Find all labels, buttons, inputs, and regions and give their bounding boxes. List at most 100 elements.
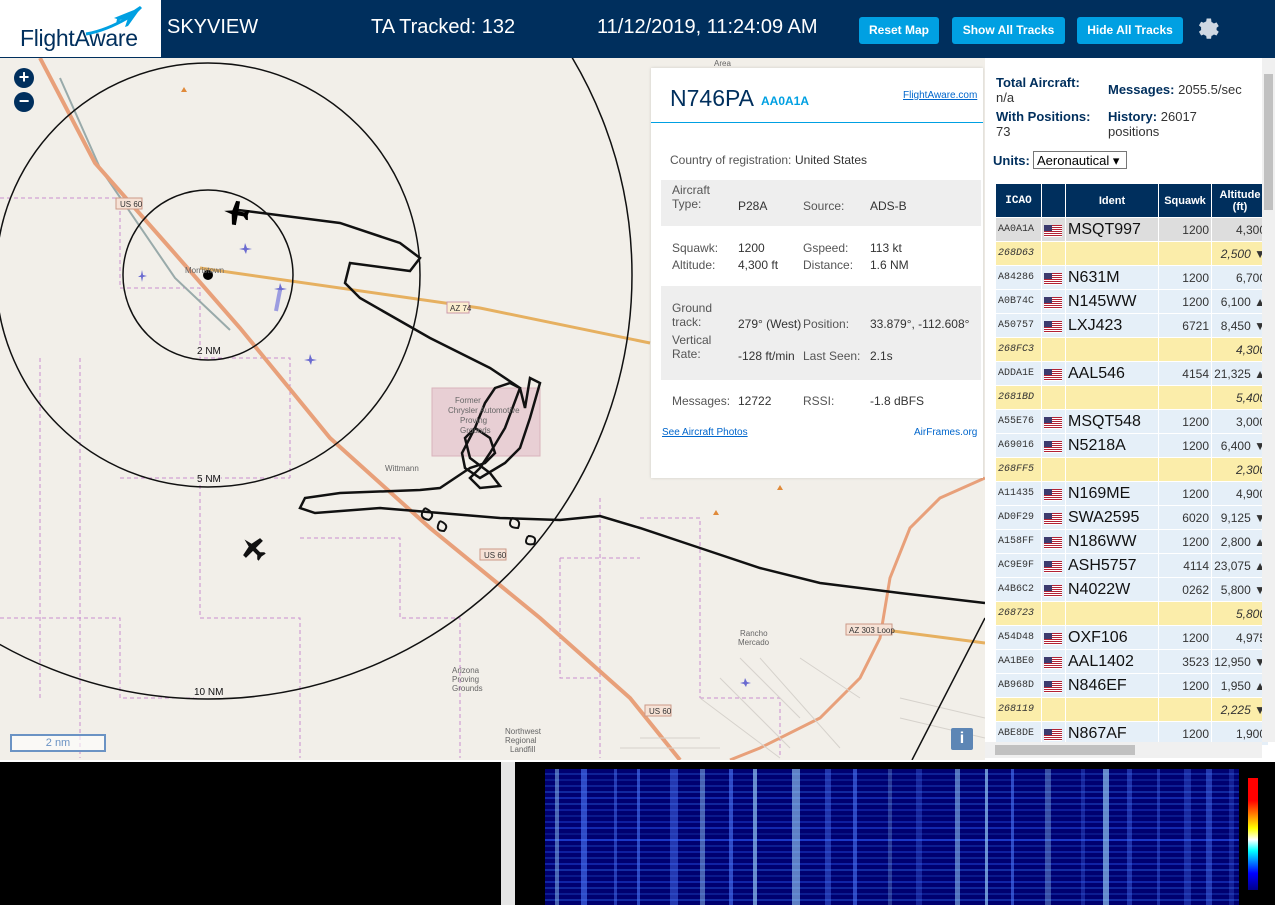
spectrogram-burst	[1081, 769, 1085, 905]
spectrogram-burst	[670, 769, 678, 905]
col-altitude[interactable]: Altitude (ft)	[1211, 183, 1269, 218]
units-label: Units:	[993, 153, 1030, 168]
table-row[interactable]: A55E76 MSQT548 1200 3,000	[995, 409, 1269, 434]
waterfall-spectrogram	[545, 769, 1239, 905]
aircraft-table: ICAO Ident Squawk Altitude (ft) AA0A1A MS…	[995, 183, 1269, 746]
us-flag-icon	[1044, 728, 1062, 741]
table-row[interactable]: A84286 N631M 1200 6,700	[995, 265, 1269, 290]
altitude-cell: 4,300	[1211, 217, 1269, 242]
hide-all-tracks-button[interactable]: Hide All Tracks	[1077, 17, 1183, 44]
svg-text:Proving: Proving	[460, 416, 487, 425]
icao-cell: AA1BE0	[995, 649, 1042, 674]
table-row[interactable]: A50757 LXJ423 6721 8,450 ▼	[995, 313, 1269, 338]
vertical-scroll-thumb[interactable]	[1264, 74, 1273, 210]
reset-map-button[interactable]: Reset Map	[859, 17, 939, 44]
col-squawk[interactable]: Squawk	[1158, 183, 1212, 218]
aircraft-list-panel: Total Aircraft: n/a With Positions: 73 Mes…	[985, 58, 1275, 760]
aircraft-type-value: P28A	[738, 199, 768, 213]
flightaware-logo[interactable]: FlightAware	[0, 0, 161, 57]
vertical-scrollbar[interactable]	[1262, 58, 1275, 742]
altitude-cell: 6,700	[1211, 265, 1269, 290]
ground-track-value: 279° (West)	[738, 317, 802, 331]
color-scale-bar	[1248, 778, 1258, 890]
zoom-out-button[interactable]: −	[14, 92, 34, 112]
col-ident[interactable]: Ident	[1065, 183, 1159, 218]
us-flag-icon	[1044, 512, 1062, 525]
altitude-cell: 23,075 ▲	[1211, 553, 1269, 578]
ident-cell	[1065, 241, 1159, 266]
distance-value: 1.6 NM	[870, 258, 909, 272]
table-row[interactable]: A69016 N5218A 1200 6,400 ▼	[995, 433, 1269, 458]
table-row[interactable]: AC9E9F ASH5757 4114 23,075 ▲	[995, 553, 1269, 578]
icao-cell: 2681BD	[995, 385, 1042, 410]
squawk-cell: 1200	[1158, 289, 1212, 314]
table-row[interactable]: 268FC3 4,300	[995, 337, 1269, 362]
ident-cell: OXF106	[1065, 625, 1159, 650]
ident-cell: AAL1402	[1065, 649, 1159, 674]
airframes-link[interactable]: AirFrames.org	[914, 427, 977, 438]
table-row[interactable]: A0B74C N145WW 1200 6,100 ▲	[995, 289, 1269, 314]
spectrogram-burst	[753, 769, 757, 905]
table-row[interactable]: AB968D N846EF 1200 1,950 ▲	[995, 673, 1269, 698]
rssi-value: -1.8 dBFS	[870, 394, 925, 408]
units-select[interactable]: Aeronautical ▾	[1033, 151, 1127, 169]
ident-cell: N186WW	[1065, 529, 1159, 554]
table-row[interactable]: ADDA1E AAL546 4154 21,325 ▲	[995, 361, 1269, 386]
az303-road	[729, 476, 985, 760]
spectrogram-burst	[1229, 769, 1234, 905]
ring-label-10nm: 10 NM	[194, 687, 224, 698]
icao-cell: A4B6C2	[995, 577, 1042, 602]
table-row[interactable]: 268723 5,800	[995, 601, 1269, 626]
col-icao[interactable]: ICAO	[995, 183, 1042, 218]
selected-aircraft-icon[interactable]	[222, 199, 251, 227]
flag-cell	[1041, 265, 1066, 290]
svg-text:Chrysler Automotive: Chrysler Automotive	[448, 406, 520, 415]
horizontal-scroll-thumb[interactable]	[995, 745, 1135, 755]
aircraft-icon[interactable]	[236, 531, 271, 566]
ident-cell	[1065, 337, 1159, 362]
squawk-cell: 0262	[1158, 577, 1212, 602]
spectrogram-burst	[555, 769, 559, 905]
svg-text:Proving: Proving	[452, 675, 479, 684]
ident-cell: MSQT548	[1065, 409, 1159, 434]
aircraft-photos-link[interactable]: See Aircraft Photos	[662, 427, 748, 438]
total-aircraft-label: Total Aircraft:	[996, 75, 1080, 90]
flag-cell	[1041, 697, 1066, 722]
pane-divider[interactable]	[501, 762, 515, 905]
flag-cell	[1041, 457, 1066, 482]
table-row[interactable]: 268D63 2,500 ▼	[995, 241, 1269, 266]
table-row[interactable]: AA1BE0 AAL1402 3523 12,950 ▼	[995, 649, 1269, 674]
table-row[interactable]: 268119 2,225 ▼	[995, 697, 1269, 722]
horizontal-scrollbar[interactable]	[985, 742, 1262, 758]
messages-rate: Messages: 2055.5/sec	[1108, 82, 1242, 97]
table-header-row: ICAO Ident Squawk Altitude (ft)	[995, 183, 1269, 218]
table-row[interactable]: A158FF N186WW 1200 2,800 ▲	[995, 529, 1269, 554]
show-all-tracks-button[interactable]: Show All Tracks	[952, 17, 1065, 44]
table-row[interactable]: 2681BD 5,400	[995, 385, 1269, 410]
aircraft-table-body: AA0A1A MSQT997 1200 4,300 268D63 2,500 ▼ A8428…	[995, 217, 1269, 746]
map-info-button[interactable]: i	[951, 728, 973, 750]
table-row[interactable]: AA0A1A MSQT997 1200 4,300	[995, 217, 1269, 242]
ident-cell: N4022W	[1065, 577, 1159, 602]
flag-cell	[1041, 385, 1066, 410]
suburb-streets	[620, 657, 985, 759]
icao-cell: 268723	[995, 601, 1042, 626]
ident-cell: N846EF	[1065, 673, 1159, 698]
zoom-in-button[interactable]: +	[14, 68, 34, 88]
table-row[interactable]: 268FF5 2,300	[995, 457, 1269, 482]
altitude-cell: 8,450 ▼	[1211, 313, 1269, 338]
svg-text:Northwest: Northwest	[505, 727, 542, 736]
vertical-rate-label: Vertical Rate:	[672, 333, 712, 361]
ident-cell	[1065, 601, 1159, 626]
table-row[interactable]: AD0F29 SWA2595 6020 9,125 ▼	[995, 505, 1269, 530]
flag-cell	[1041, 241, 1066, 266]
altitude-cell: 2,800 ▲	[1211, 529, 1269, 554]
table-row[interactable]: A54D48 OXF106 1200 4,975	[995, 625, 1269, 650]
table-row[interactable]: A11435 N169ME 1200 4,900	[995, 481, 1269, 506]
table-row[interactable]: A4B6C2 N4022W 0262 5,800 ▼	[995, 577, 1269, 602]
source-label: Source:	[803, 199, 845, 213]
col-flag[interactable]	[1041, 183, 1066, 218]
flag-cell	[1041, 529, 1066, 554]
flightaware-link[interactable]: FlightAware.com	[903, 90, 977, 101]
gear-icon[interactable]	[1195, 15, 1219, 39]
